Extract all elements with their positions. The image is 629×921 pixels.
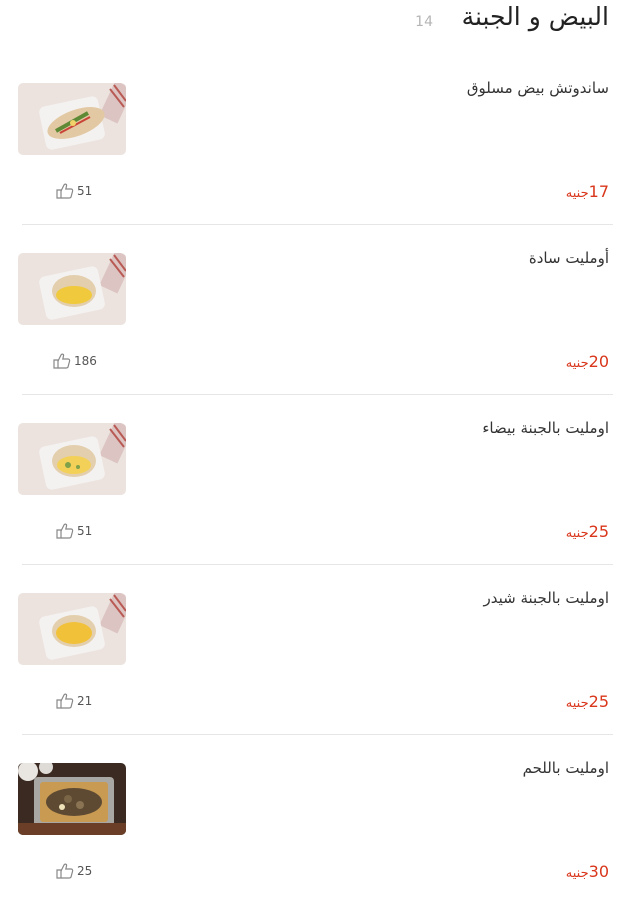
item-name[interactable]: ساندوتش بيض مسلوق — [467, 79, 609, 97]
like-count: 186 — [74, 354, 97, 368]
like-counter[interactable]: 51 — [55, 523, 92, 539]
menu-item[interactable]: ساندوتش بيض مسلوق 17جنيه 51 — [0, 71, 629, 241]
item-price: 25جنيه — [566, 692, 609, 711]
item-name[interactable]: اومليت باللحم — [523, 759, 609, 777]
thumbs-up-icon[interactable] — [55, 523, 75, 539]
item-name[interactable]: أومليت سادة — [529, 249, 609, 267]
item-divider — [22, 224, 613, 225]
like-counter[interactable]: 25 — [55, 863, 92, 879]
item-photo[interactable] — [18, 253, 126, 325]
like-counter[interactable]: 21 — [55, 693, 92, 709]
item-price-value: 25 — [588, 522, 609, 541]
item-price: 25جنيه — [566, 522, 609, 541]
item-price-value: 30 — [588, 862, 609, 881]
menu-item[interactable]: اومليت باللحم 30جنيه 25 — [0, 751, 629, 921]
currency-label: جنيه — [565, 866, 589, 881]
item-name[interactable]: اومليت بالجبنة شيدر — [483, 589, 609, 607]
currency-label: جنيه — [565, 526, 589, 541]
item-photo[interactable] — [18, 83, 126, 155]
like-counter[interactable]: 51 — [55, 183, 92, 199]
like-count: 51 — [77, 524, 93, 538]
item-price-value: 25 — [588, 692, 609, 711]
thumbs-up-icon[interactable] — [55, 863, 75, 879]
item-divider — [22, 734, 613, 735]
item-photo[interactable] — [18, 763, 126, 835]
currency-label: جنيه — [565, 186, 589, 201]
item-photo[interactable] — [18, 593, 126, 665]
menu-item[interactable]: اومليت بالجبنة بيضاء 25جنيه 51 — [0, 411, 629, 581]
like-counter[interactable]: 186 — [52, 353, 97, 369]
item-price: 17جنيه — [566, 182, 609, 201]
thumbs-up-icon[interactable] — [55, 693, 75, 709]
currency-label: جنيه — [565, 356, 589, 371]
like-count: 51 — [77, 184, 93, 198]
item-divider — [22, 394, 613, 395]
menu-item[interactable]: أومليت سادة 20جنيه 186 — [0, 241, 629, 411]
thumbs-up-icon[interactable] — [55, 183, 75, 199]
menu-item[interactable]: اومليت بالجبنة شيدر 25جنيه 21 — [0, 581, 629, 751]
item-price-value: 17 — [588, 182, 609, 201]
thumbs-up-icon[interactable] — [52, 353, 72, 369]
item-photo[interactable] — [18, 423, 126, 495]
item-divider — [22, 564, 613, 565]
section-header: البيض و الجبنة 14 — [20, 0, 609, 40]
section-title: البيض و الجبنة — [461, 2, 609, 31]
item-price: 30جنيه — [566, 862, 609, 881]
item-name[interactable]: اومليت بالجبنة بيضاء — [482, 419, 609, 437]
item-price-value: 20 — [588, 352, 609, 371]
item-price: 20جنيه — [566, 352, 609, 371]
like-count: 21 — [77, 694, 93, 708]
currency-label: جنيه — [565, 696, 589, 711]
section-item-count: 14 — [415, 14, 433, 30]
like-count: 25 — [77, 864, 93, 878]
